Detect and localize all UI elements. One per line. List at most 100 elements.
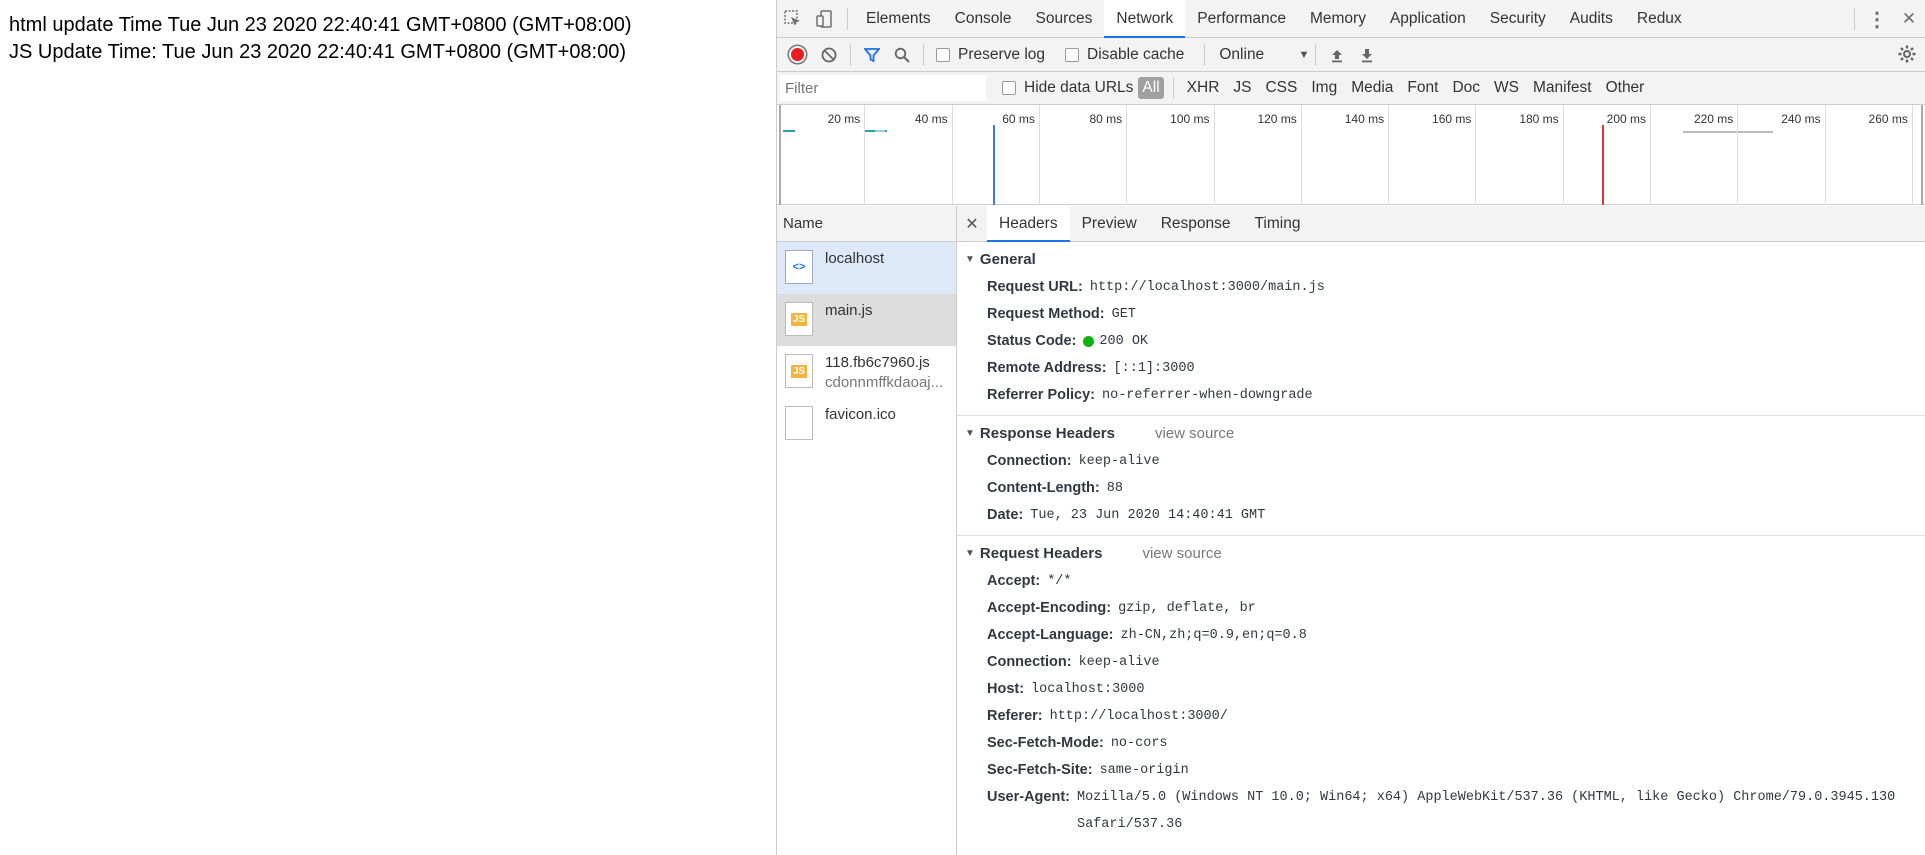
timeline-tick-label: 20 ms (827, 112, 861, 126)
tab-elements[interactable]: Elements (854, 0, 943, 38)
disable-cache-checkbox[interactable]: Disable cache (1065, 46, 1184, 64)
header-key: Accept: (987, 573, 1041, 589)
network-toolbar: Preserve log Disable cache Online ▼ (777, 38, 1925, 72)
preserve-log-label: Preserve log (958, 45, 1046, 63)
request-name: main.js (825, 302, 873, 319)
search-icon[interactable] (887, 40, 917, 70)
page-content: html update Time Tue Jun 23 2020 22:40:4… (0, 0, 776, 855)
preserve-log-checkbox[interactable]: Preserve log (936, 46, 1045, 64)
type-filter-font[interactable]: Font (1403, 77, 1442, 99)
header-value: gzip, deflate, br (1118, 601, 1256, 616)
request-row-localhost[interactable]: <> localhost (777, 242, 956, 294)
header-row: Connection: keep-alive (957, 649, 1925, 676)
device-toolbar-icon[interactable] (809, 0, 841, 38)
type-filter-js[interactable]: JS (1229, 77, 1255, 99)
header-value: GET (1111, 307, 1136, 322)
type-filter-all[interactable]: All (1138, 77, 1164, 99)
record-button[interactable] (789, 46, 806, 63)
type-filter-divider (1172, 77, 1174, 99)
domcontentloaded-marker (993, 125, 995, 205)
request-view-source-link[interactable]: view source (1142, 545, 1221, 562)
response-view-source-link[interactable]: view source (1155, 425, 1234, 442)
overview-left-handle[interactable] (779, 105, 781, 205)
filter-input[interactable] (780, 75, 986, 101)
throttling-select[interactable]: Online ▼ (1219, 46, 1309, 64)
close-devtools-icon[interactable]: ✕ (1893, 0, 1925, 38)
general-title: General (979, 250, 1036, 268)
header-value: no-cors (1110, 736, 1168, 751)
preserve-log-box[interactable] (936, 47, 950, 62)
chevron-down-icon: ▼ (1298, 48, 1310, 61)
tab-sources[interactable]: Sources (1024, 0, 1105, 38)
request-headers-title: Request Headers (979, 544, 1103, 562)
tab-performance[interactable]: Performance (1185, 0, 1298, 38)
request-row-chunk[interactable]: JS 118.fb6c7960.js cdonnmffkdaoaj... (777, 346, 956, 398)
triangle-down-icon: ▼ (965, 547, 975, 559)
tab-network[interactable]: Network (1104, 0, 1186, 38)
filter-icon[interactable] (857, 40, 887, 70)
header-row: Request URL: http://localhost:3000/main.j… (957, 274, 1925, 301)
header-row: Sec-Fetch-Mode: no-cors (957, 730, 1925, 757)
import-har-icon[interactable] (1322, 40, 1352, 70)
header-key: Request URL: (987, 279, 1083, 295)
resource-type-filters: All XHR JS CSS Img Media Font Doc WS Manifest Othe… (1135, 77, 1651, 99)
header-row: Referrer Policy: no-referrer-when-downgra… (957, 382, 1925, 409)
devtools-tabs: Elements Console Sources Network Performance… (854, 0, 1694, 38)
timeline-gridline (1300, 105, 1302, 205)
tabbar-divider-right (1854, 8, 1855, 30)
tab-headers[interactable]: Headers (987, 206, 1070, 242)
type-filter-manifest[interactable]: Manifest (1529, 77, 1596, 99)
close-icon[interactable]: ✕ (957, 214, 987, 234)
timeline-tick-label: 80 ms (1089, 112, 1123, 126)
overview-right-handle[interactable] (1921, 105, 1923, 205)
disable-cache-box[interactable] (1065, 47, 1080, 62)
header-value: localhost:3000 (1031, 682, 1145, 697)
request-headers-toggle[interactable]: ▼ Request Headers view source (957, 538, 1925, 568)
header-key: Connection: (987, 453, 1072, 469)
name-column-header[interactable]: Name (777, 206, 956, 242)
toolbar-divider-3 (1204, 43, 1206, 66)
export-har-icon[interactable] (1352, 40, 1382, 70)
type-filter-other[interactable]: Other (1602, 77, 1649, 99)
general-toggle[interactable]: ▼ General (957, 244, 1925, 274)
tab-preview[interactable]: Preview (1070, 206, 1149, 242)
type-filter-xhr[interactable]: XHR (1183, 77, 1224, 99)
response-headers-toggle[interactable]: ▼ Response Headers view source (957, 418, 1925, 448)
type-filter-ws[interactable]: WS (1490, 77, 1523, 99)
overview-bar-download (875, 130, 885, 132)
html-update-time: html update Time Tue Jun 23 2020 22:40:4… (9, 14, 632, 36)
header-row: Host: localhost:3000 (957, 676, 1925, 703)
tab-console[interactable]: Console (943, 0, 1024, 38)
request-row-favicon[interactable]: favicon.ico (777, 398, 956, 450)
tab-memory[interactable]: Memory (1298, 0, 1378, 38)
timeline-overview[interactable]: 20 ms 40 ms 60 ms 80 ms 100 ms 120 ms 140 ms 16… (777, 105, 1925, 205)
tab-audits[interactable]: Audits (1558, 0, 1625, 38)
clear-icon[interactable] (814, 40, 844, 70)
timeline-gridline (1737, 105, 1739, 205)
header-key: Referer: (987, 708, 1043, 724)
type-filter-doc[interactable]: Doc (1448, 77, 1484, 99)
inspect-element-icon[interactable] (777, 0, 809, 38)
network-settings-icon[interactable] (1897, 44, 1917, 69)
header-row: Accept-Encoding: gzip, deflate, br (957, 595, 1925, 622)
type-filter-media[interactable]: Media (1347, 77, 1397, 99)
tab-redux[interactable]: Redux (1625, 0, 1694, 38)
timeline-gridline (1650, 105, 1651, 205)
document-file-icon: <> (785, 250, 813, 284)
request-initiator: cdonnmffkdaoaj... (825, 374, 944, 391)
request-row-mainjs[interactable]: JS main.js (777, 294, 956, 346)
tab-timing[interactable]: Timing (1243, 206, 1313, 242)
type-filter-css[interactable]: CSS (1261, 77, 1301, 99)
more-options-icon[interactable]: ⋮ (1861, 0, 1893, 38)
tab-security[interactable]: Security (1478, 0, 1558, 38)
type-filter-img[interactable]: Img (1307, 77, 1341, 99)
header-value: Tue, 23 Jun 2020 14:40:41 GMT (1030, 508, 1266, 523)
hide-data-urls-box[interactable] (1002, 81, 1016, 95)
tab-response[interactable]: Response (1149, 206, 1243, 242)
header-key: Date: (987, 507, 1024, 523)
header-row: Content-Length: 88 (957, 475, 1925, 502)
timeline-gridline (1562, 105, 1564, 205)
tab-application[interactable]: Application (1378, 0, 1478, 38)
hide-data-urls-checkbox[interactable]: Hide data URLs (1002, 79, 1133, 97)
header-key: Status Code: (987, 333, 1077, 349)
